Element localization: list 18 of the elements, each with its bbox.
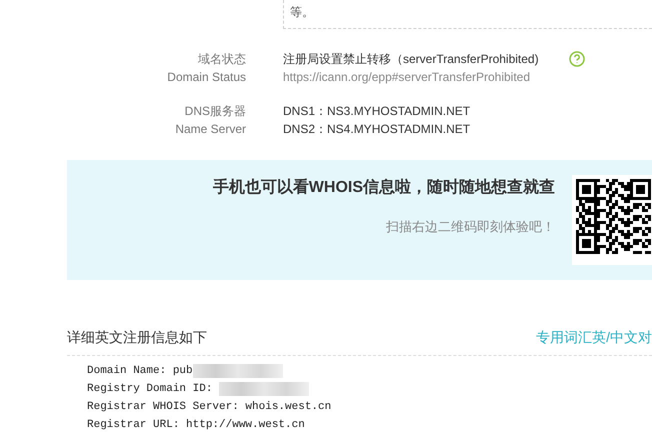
field-value: DNS2：NS4.MYHOSTADMIN.NET bbox=[283, 121, 472, 138]
whois-line: Domain Name: pub bbox=[87, 365, 193, 377]
banner-subtitle: 扫描右边二维码即刻体验吧！ bbox=[386, 218, 555, 236]
field-label: 域名状态 bbox=[198, 51, 246, 68]
field-label: Name Server bbox=[175, 121, 246, 138]
section-heading: 详细英文注册信息如下 bbox=[67, 329, 207, 347]
field-value: https://icann.org/epp#serverTransferProhibited bbox=[283, 69, 532, 86]
whois-line: Registrar URL: http://www.west.cn bbox=[87, 419, 305, 431]
glossary-link[interactable]: 专用词汇英/中文对 bbox=[536, 329, 652, 347]
help-icon[interactable] bbox=[569, 51, 585, 67]
whois-line: Registry Domain ID: bbox=[87, 383, 214, 395]
field-value: 注册局设置禁止转移（serverTransferProhibited) bbox=[283, 51, 540, 68]
field-label: DNS服务器 bbox=[184, 103, 246, 120]
banner-title: 手机也可以看WHOIS信息啦，随时随地想查就查 bbox=[212, 177, 555, 198]
field-value: DNS1：NS3.MYHOSTADMIN.NET bbox=[283, 103, 472, 120]
whois-line: Registrar WHOIS Server: whois.west.cn bbox=[87, 401, 332, 413]
description-text: 等。 bbox=[290, 4, 314, 21]
field-label: Domain Status bbox=[167, 69, 246, 86]
